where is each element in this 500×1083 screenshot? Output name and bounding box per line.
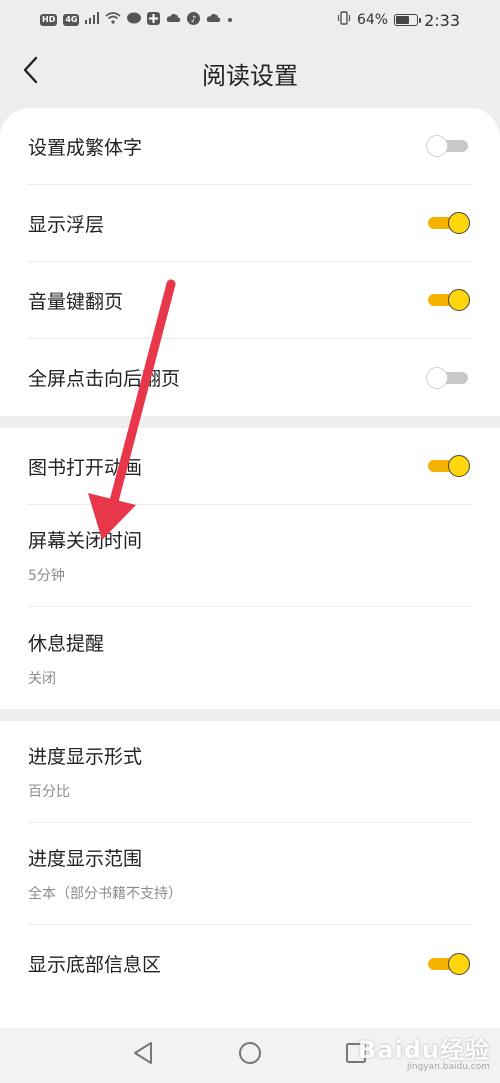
settings-row-text: 全屏点击向后翻页	[28, 364, 180, 391]
signal-icon	[85, 12, 100, 28]
settings-row-title: 进度显示形式	[28, 746, 143, 768]
settings-row[interactable]: 全屏点击向后翻页	[28, 339, 472, 416]
status-bar: HD 4G ♪ 64% 2:33	[0, 0, 500, 40]
settings-row-title: 设置成繁体字	[28, 136, 143, 159]
settings-row-title: 全屏点击向后翻页	[28, 368, 181, 390]
settings-row-text: 显示底部信息区	[28, 950, 161, 977]
settings-row[interactable]: 图书打开动画	[28, 428, 472, 505]
settings-row-title: 休息提醒	[28, 632, 105, 655]
toggle-switch[interactable]	[428, 286, 472, 314]
settings-row[interactable]: 显示浮层	[28, 185, 472, 262]
watermark-logo: Baidu经验	[358, 1036, 490, 1064]
clock: 2:33	[424, 10, 460, 30]
back-button[interactable]	[10, 52, 50, 92]
settings-row[interactable]: 进度显示形式 百分比	[28, 721, 472, 823]
settings-row-text: 设置成繁体字	[28, 133, 142, 160]
settings-sheet: 设置成繁体字 显示浮层音量键翻页全屏点击向后翻页 图书打开动画 屏幕关闭时间 5分钟休息…	[0, 108, 500, 1028]
settings-row[interactable]: 设置成繁体字	[28, 108, 472, 185]
toggle-switch[interactable]	[426, 364, 472, 392]
music-icon: ♪	[187, 11, 201, 29]
header: 阅读设置	[0, 40, 500, 106]
settings-row-value: 关闭	[28, 670, 56, 687]
settings-row-title: 显示底部信息区	[28, 954, 162, 976]
status-left: HD 4G ♪	[40, 11, 233, 29]
wifi-icon	[105, 12, 122, 28]
settings-row-text: 进度显示范围全本（部分书籍不支持）	[28, 844, 182, 903]
toggle-knob	[448, 952, 470, 975]
status-right: 64% 2:33	[337, 11, 460, 30]
toggle-switch[interactable]	[426, 132, 472, 160]
more-icon	[227, 13, 233, 27]
toggle-knob	[448, 289, 470, 311]
settings-row[interactable]: 屏幕关闭时间 5分钟	[28, 505, 472, 607]
toggle-knob	[426, 135, 448, 157]
hd-badge: HD	[40, 14, 58, 26]
settings-row-title: 进度显示范围	[28, 848, 143, 870]
svg-text:♪: ♪	[191, 15, 197, 25]
toggle-switch[interactable]	[428, 950, 472, 978]
settings-row-title: 音量键翻页	[28, 290, 124, 313]
settings-row-value: 百分比	[28, 784, 70, 800]
cloud-icon	[166, 13, 181, 27]
page-title: 阅读设置	[202, 61, 298, 90]
group-divider	[0, 416, 500, 428]
vibrate-icon	[337, 11, 351, 29]
settings-row-value: 全本（部分书籍不支持）	[28, 886, 182, 902]
settings-row-value: 5分钟	[28, 568, 65, 584]
toggle-switch[interactable]	[428, 452, 472, 480]
watermark-url: jingyan.baidu.com	[406, 1062, 490, 1072]
settings-row-text: 进度显示形式 百分比	[28, 742, 142, 801]
settings-row[interactable]: 显示底部信息区	[28, 925, 472, 1002]
settings-row-title: 显示浮层	[28, 213, 105, 236]
watermark: Baidu经验 jingyan.baidu.com	[358, 1030, 490, 1072]
toggle-knob	[426, 366, 448, 389]
app-icon	[147, 11, 161, 29]
settings-group: 设置成繁体字 显示浮层音量键翻页全屏点击向后翻页	[0, 108, 500, 416]
toggle-knob	[448, 455, 470, 477]
settings-row-title: 图书打开动画	[28, 456, 143, 479]
battery-percent: 64%	[356, 12, 389, 28]
settings-row-text: 显示浮层	[28, 210, 104, 237]
settings-group: 图书打开动画 屏幕关闭时间 5分钟休息提醒关闭	[0, 428, 500, 709]
settings-row-text: 图书打开动画	[28, 453, 142, 480]
settings-row-text: 音量键翻页	[28, 287, 123, 314]
toggle-knob	[448, 212, 470, 234]
group-divider	[0, 709, 500, 721]
nav-back-button[interactable]	[128, 1040, 158, 1070]
settings-group: 进度显示形式百分比进度显示范围全本（部分书籍不支持） 显示底部信息区	[0, 721, 500, 1002]
circle-home-icon	[238, 1041, 262, 1069]
nav-home-button[interactable]	[235, 1040, 265, 1070]
triangle-back-icon	[132, 1041, 154, 1069]
chat-icon	[127, 12, 142, 29]
settings-row-text: 屏幕关闭时间 5分钟	[28, 526, 142, 585]
settings-row-text: 休息提醒 关闭	[28, 629, 104, 688]
battery-icon	[394, 14, 422, 26]
settings-row[interactable]: 休息提醒 关闭	[28, 607, 472, 709]
settings-row[interactable]: 进度显示范围全本（部分书籍不支持）	[28, 823, 472, 925]
chevron-left-icon	[22, 56, 38, 88]
network-badge: 4G	[63, 14, 80, 26]
toggle-switch[interactable]	[428, 209, 472, 237]
settings-row-title: 屏幕关闭时间	[28, 530, 143, 552]
settings-row[interactable]: 音量键翻页	[28, 262, 472, 339]
cloud-icon	[206, 13, 221, 27]
